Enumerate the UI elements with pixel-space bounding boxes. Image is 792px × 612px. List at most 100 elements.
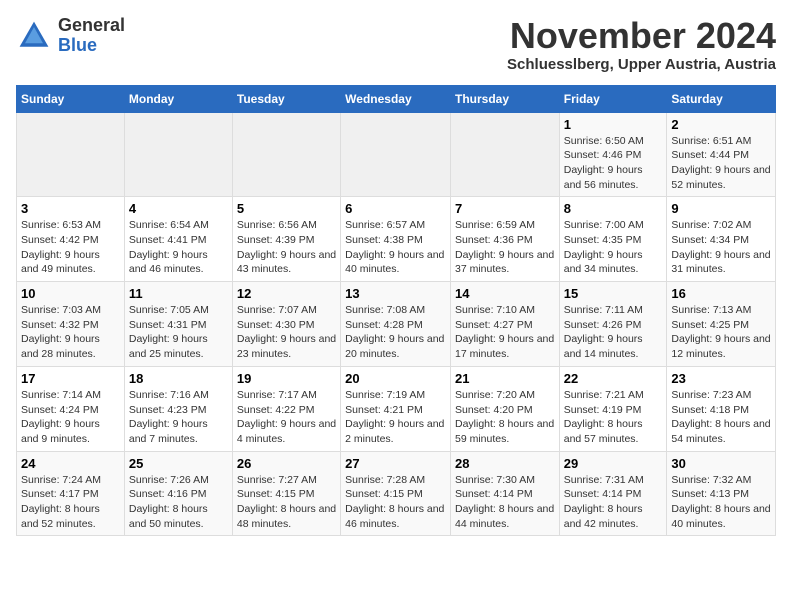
day-info: Sunrise: 7:16 AM Sunset: 4:23 PM Dayligh…: [129, 388, 228, 447]
calendar-cell: [450, 112, 559, 197]
calendar-cell: 16Sunrise: 7:13 AM Sunset: 4:25 PM Dayli…: [667, 282, 776, 367]
calendar-cell: 28 Sunrise: 7:30 AM Sunset: 4:14 PM Dayli…: [450, 451, 559, 536]
day-number: 26: [237, 456, 336, 471]
day-info: Sunrise: 6:53 AM Sunset: 4:42 PM Dayligh…: [21, 218, 120, 277]
calendar-cell: [232, 112, 340, 197]
day-number: 19: [237, 371, 336, 386]
calendar-cell: 10 Sunrise: 7:03 AM Sunset: 4:32 PM Dayli…: [17, 282, 125, 367]
day-info: Sunrise: 7:28 AM Sunset: 4:15 PM Dayligh…: [345, 473, 446, 532]
logo-icon: [16, 18, 52, 54]
week-row-5: 24Sunrise: 7:24 AM Sunset: 4:17 PM Dayli…: [17, 451, 776, 536]
day-info: Sunrise: 7:00 AM Sunset: 4:35 PM Dayligh…: [564, 218, 663, 277]
day-info: Sunrise: 7:05 AM Sunset: 4:31 PM Dayligh…: [129, 303, 228, 362]
calendar-table: SundayMondayTuesdayWednesdayThursdayFrid…: [16, 85, 776, 537]
calendar-cell: [341, 112, 451, 197]
day-number: 14: [455, 286, 555, 301]
day-number: 4: [129, 201, 228, 216]
day-info: Sunrise: 7:30 AM Sunset: 4:14 PM Dayligh…: [455, 473, 555, 532]
day-info: Sunrise: 7:03 AM Sunset: 4:32 PM Dayligh…: [21, 303, 120, 362]
calendar-cell: 12Sunrise: 7:07 AM Sunset: 4:30 PM Dayli…: [232, 282, 340, 367]
day-info: Sunrise: 6:54 AM Sunset: 4:41 PM Dayligh…: [129, 218, 228, 277]
calendar-cell: 17 Sunrise: 7:14 AM Sunset: 4:24 PM Dayli…: [17, 366, 125, 451]
day-number: 13: [345, 286, 446, 301]
day-number: 28: [455, 456, 555, 471]
day-info: Sunrise: 7:10 AM Sunset: 4:27 PM Dayligh…: [455, 303, 555, 362]
day-number: 23: [671, 371, 771, 386]
day-number: 9: [671, 201, 771, 216]
day-info: Sunrise: 7:24 AM Sunset: 4:17 PM Dayligh…: [21, 473, 120, 532]
weekday-header-monday: Monday: [124, 85, 232, 112]
day-info: Sunrise: 6:59 AM Sunset: 4:36 PM Dayligh…: [455, 218, 555, 277]
page-header: General Blue November 2024 Schluesslberg…: [16, 16, 776, 73]
calendar-cell: 24Sunrise: 7:24 AM Sunset: 4:17 PM Dayli…: [17, 451, 125, 536]
day-number: 1: [564, 117, 663, 132]
calendar-cell: 29 Sunrise: 7:31 AM Sunset: 4:14 PM Dayli…: [559, 451, 667, 536]
logo: General Blue: [16, 16, 125, 56]
calendar-cell: 9Sunrise: 7:02 AM Sunset: 4:34 PM Daylig…: [667, 197, 776, 282]
week-row-4: 17 Sunrise: 7:14 AM Sunset: 4:24 PM Dayli…: [17, 366, 776, 451]
day-number: 10: [21, 286, 120, 301]
calendar-cell: 7 Sunrise: 6:59 AM Sunset: 4:36 PM Daylig…: [450, 197, 559, 282]
day-number: 18: [129, 371, 228, 386]
week-row-2: 3 Sunrise: 6:53 AM Sunset: 4:42 PM Daylig…: [17, 197, 776, 282]
calendar-cell: [124, 112, 232, 197]
day-info: Sunrise: 7:14 AM Sunset: 4:24 PM Dayligh…: [21, 388, 120, 447]
weekday-header-saturday: Saturday: [667, 85, 776, 112]
day-info: Sunrise: 6:51 AM Sunset: 4:44 PM Dayligh…: [671, 134, 771, 193]
calendar-cell: 27Sunrise: 7:28 AM Sunset: 4:15 PM Dayli…: [341, 451, 451, 536]
weekday-header-wednesday: Wednesday: [341, 85, 451, 112]
calendar-cell: 21 Sunrise: 7:20 AM Sunset: 4:20 PM Dayli…: [450, 366, 559, 451]
calendar-cell: 13 Sunrise: 7:08 AM Sunset: 4:28 PM Dayli…: [341, 282, 451, 367]
day-info: Sunrise: 7:23 AM Sunset: 4:18 PM Dayligh…: [671, 388, 771, 447]
day-number: 15: [564, 286, 663, 301]
calendar-cell: 2 Sunrise: 6:51 AM Sunset: 4:44 PM Daylig…: [667, 112, 776, 197]
day-info: Sunrise: 7:21 AM Sunset: 4:19 PM Dayligh…: [564, 388, 663, 447]
weekday-header-row: SundayMondayTuesdayWednesdayThursdayFrid…: [17, 85, 776, 112]
week-row-3: 10 Sunrise: 7:03 AM Sunset: 4:32 PM Dayli…: [17, 282, 776, 367]
day-info: Sunrise: 7:32 AM Sunset: 4:13 PM Dayligh…: [671, 473, 771, 532]
weekday-header-friday: Friday: [559, 85, 667, 112]
title-section: November 2024 Schluesslberg, Upper Austr…: [507, 16, 776, 73]
calendar-cell: 20Sunrise: 7:19 AM Sunset: 4:21 PM Dayli…: [341, 366, 451, 451]
day-number: 12: [237, 286, 336, 301]
day-info: Sunrise: 7:17 AM Sunset: 4:22 PM Dayligh…: [237, 388, 336, 447]
calendar-cell: 25 Sunrise: 7:26 AM Sunset: 4:16 PM Dayli…: [124, 451, 232, 536]
day-number: 21: [455, 371, 555, 386]
day-number: 22: [564, 371, 663, 386]
weekday-header-tuesday: Tuesday: [232, 85, 340, 112]
day-info: Sunrise: 7:20 AM Sunset: 4:20 PM Dayligh…: [455, 388, 555, 447]
day-number: 17: [21, 371, 120, 386]
day-info: Sunrise: 7:13 AM Sunset: 4:25 PM Dayligh…: [671, 303, 771, 362]
day-info: Sunrise: 7:31 AM Sunset: 4:14 PM Dayligh…: [564, 473, 663, 532]
day-info: Sunrise: 7:27 AM Sunset: 4:15 PM Dayligh…: [237, 473, 336, 532]
calendar-cell: 8Sunrise: 7:00 AM Sunset: 4:35 PM Daylig…: [559, 197, 667, 282]
day-number: 3: [21, 201, 120, 216]
weekday-header-thursday: Thursday: [450, 85, 559, 112]
weekday-header-sunday: Sunday: [17, 85, 125, 112]
day-number: 20: [345, 371, 446, 386]
logo-text: General Blue: [58, 16, 125, 56]
day-number: 2: [671, 117, 771, 132]
day-number: 30: [671, 456, 771, 471]
day-number: 29: [564, 456, 663, 471]
day-number: 5: [237, 201, 336, 216]
day-info: Sunrise: 6:56 AM Sunset: 4:39 PM Dayligh…: [237, 218, 336, 277]
day-info: Sunrise: 7:11 AM Sunset: 4:26 PM Dayligh…: [564, 303, 663, 362]
calendar-cell: 5 Sunrise: 6:56 AM Sunset: 4:39 PM Daylig…: [232, 197, 340, 282]
calendar-cell: 4 Sunrise: 6:54 AM Sunset: 4:41 PM Daylig…: [124, 197, 232, 282]
calendar-cell: 15 Sunrise: 7:11 AM Sunset: 4:26 PM Dayli…: [559, 282, 667, 367]
month-title: November 2024: [507, 16, 776, 56]
calendar-cell: 3 Sunrise: 6:53 AM Sunset: 4:42 PM Daylig…: [17, 197, 125, 282]
calendar-cell: 23 Sunrise: 7:23 AM Sunset: 4:18 PM Dayli…: [667, 366, 776, 451]
calendar-cell: 11 Sunrise: 7:05 AM Sunset: 4:31 PM Dayli…: [124, 282, 232, 367]
calendar-cell: 22 Sunrise: 7:21 AM Sunset: 4:19 PM Dayli…: [559, 366, 667, 451]
calendar-cell: 1Sunrise: 6:50 AM Sunset: 4:46 PM Daylig…: [559, 112, 667, 197]
calendar-cell: [17, 112, 125, 197]
day-number: 25: [129, 456, 228, 471]
day-info: Sunrise: 7:26 AM Sunset: 4:16 PM Dayligh…: [129, 473, 228, 532]
day-number: 7: [455, 201, 555, 216]
calendar-cell: 14 Sunrise: 7:10 AM Sunset: 4:27 PM Dayli…: [450, 282, 559, 367]
day-info: Sunrise: 7:08 AM Sunset: 4:28 PM Dayligh…: [345, 303, 446, 362]
day-number: 11: [129, 286, 228, 301]
day-info: Sunrise: 6:57 AM Sunset: 4:38 PM Dayligh…: [345, 218, 446, 277]
